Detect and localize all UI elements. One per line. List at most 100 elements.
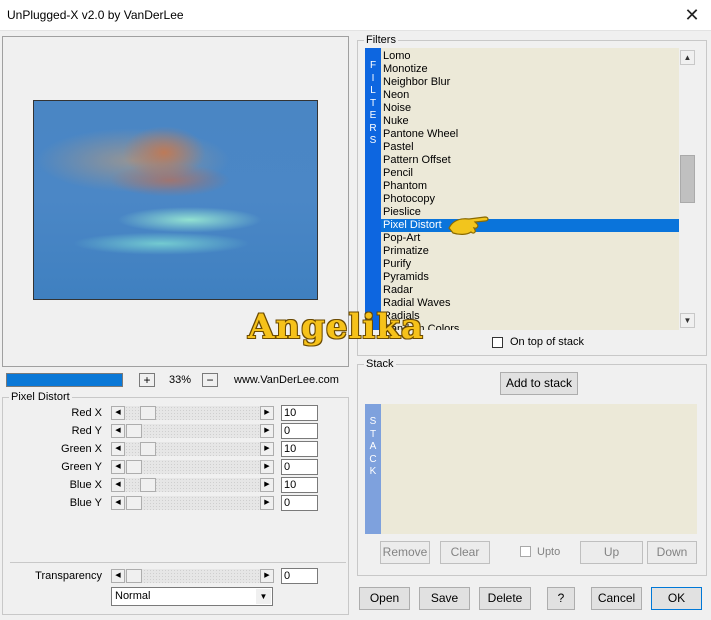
filter-item[interactable]: Pantone Wheel <box>381 128 679 141</box>
transparency-value-field[interactable]: 0 <box>281 568 318 584</box>
green-x-thumb[interactable] <box>140 442 156 456</box>
scroll-thumb[interactable] <box>680 155 695 203</box>
transparency-label: Transparency <box>35 570 102 582</box>
open-button[interactable]: Open <box>359 587 410 610</box>
preview-image[interactable] <box>33 100 318 300</box>
filter-item[interactable]: Radar <box>381 284 679 297</box>
transparency-thumb[interactable] <box>126 569 142 583</box>
upto-label: Upto <box>537 546 561 558</box>
filter-item[interactable]: Phantom <box>381 180 679 193</box>
blue-y-track[interactable] <box>125 496 260 510</box>
blue-x-thumb[interactable] <box>140 478 156 492</box>
red-x-value-field[interactable]: 10 <box>281 405 318 421</box>
blue-x-value-field[interactable]: 10 <box>281 477 318 493</box>
blue-x-decrease-button[interactable]: ◀ <box>111 478 125 492</box>
zoom-level: 33% <box>168 374 192 386</box>
ok-button[interactable]: OK <box>651 587 702 610</box>
filter-item[interactable]: Purify <box>381 258 679 271</box>
filter-item[interactable]: Primatize <box>381 245 679 258</box>
down-button[interactable]: Down <box>647 541 697 564</box>
green-y-increase-button[interactable]: ▶ <box>260 460 274 474</box>
scroll-down-icon[interactable]: ▼ <box>680 313 695 328</box>
filter-item[interactable]: Neon <box>381 89 679 102</box>
save-button[interactable]: Save <box>419 587 470 610</box>
side-letter: S <box>369 135 377 146</box>
red-x-decrease-button[interactable]: ◀ <box>111 406 125 420</box>
side-letter: R <box>369 122 377 134</box>
website-link[interactable]: www.VanDerLee.com <box>234 374 339 386</box>
transparency-track[interactable] <box>125 569 260 583</box>
zoom-out-button[interactable]: − <box>202 373 218 387</box>
green-x-decrease-button[interactable]: ◀ <box>111 442 125 456</box>
filters-list[interactable]: Lomo Monotize Neighbor Blur Neon Noise Nuke Pa… <box>381 48 679 330</box>
divider <box>10 562 346 563</box>
delete-button[interactable]: Delete <box>479 587 531 610</box>
filter-item[interactable]: Lomo <box>381 50 679 63</box>
red-y-track[interactable] <box>125 424 260 438</box>
side-letter: C <box>369 453 377 465</box>
close-icon[interactable]: ✕ <box>681 4 703 26</box>
filters-label: Filters <box>364 34 398 46</box>
blend-mode-select[interactable]: Normal ▼ <box>111 587 273 606</box>
blue-y-value-field[interactable]: 0 <box>281 495 318 511</box>
side-letter: L <box>370 85 376 96</box>
red-y-increase-button[interactable]: ▶ <box>260 424 274 438</box>
filter-item[interactable]: Pastel <box>381 141 679 154</box>
filters-side-bar: FILTERS <box>365 48 381 330</box>
green-x-value-field[interactable]: 10 <box>281 441 318 457</box>
cancel-button[interactable]: Cancel <box>591 587 642 610</box>
side-letter: T <box>369 97 377 109</box>
filter-item[interactable]: Neighbor Blur <box>381 76 679 89</box>
remove-button[interactable]: Remove <box>380 541 430 564</box>
filter-item[interactable]: Noise <box>381 102 679 115</box>
side-letter: I <box>371 72 375 84</box>
filter-item[interactable]: Nuke <box>381 115 679 128</box>
pixel-distort-label: Pixel Distort <box>9 391 72 403</box>
green-y-value-field[interactable]: 0 <box>281 459 318 475</box>
green-y-track[interactable] <box>125 460 260 474</box>
filter-item[interactable]: Radials <box>381 310 679 323</box>
stack-list[interactable] <box>381 404 697 534</box>
filter-item[interactable]: Pyramids <box>381 271 679 284</box>
green-y-thumb[interactable] <box>126 460 142 474</box>
filter-item[interactable]: Pop-Art <box>381 232 679 245</box>
red-y-decrease-button[interactable]: ◀ <box>111 424 125 438</box>
upto-checkbox[interactable] <box>520 546 531 557</box>
zoom-in-button[interactable]: + <box>139 373 155 387</box>
filter-item[interactable]: Photocopy <box>381 193 679 206</box>
filter-item[interactable]: Random Colors <box>381 323 679 330</box>
red-y-label: Red Y <box>71 425 102 437</box>
up-button[interactable]: Up <box>580 541 643 564</box>
on-top-label: On top of stack <box>510 336 584 348</box>
red-x-increase-button[interactable]: ▶ <box>260 406 274 420</box>
transparency-decrease-button[interactable]: ◀ <box>111 569 125 583</box>
filter-item[interactable]: Monotize <box>381 63 679 76</box>
filter-item[interactable]: Pieslice <box>381 206 679 219</box>
green-y-decrease-button[interactable]: ◀ <box>111 460 125 474</box>
blue-y-thumb[interactable] <box>126 496 142 510</box>
filter-item[interactable]: Pattern Offset <box>381 154 679 167</box>
clear-button[interactable]: Clear <box>440 541 490 564</box>
blend-mode-value: Normal <box>115 590 151 602</box>
filter-item[interactable]: Radial Waves <box>381 297 679 310</box>
side-letter: S <box>369 416 377 427</box>
on-top-checkbox[interactable] <box>492 337 503 348</box>
green-x-increase-button[interactable]: ▶ <box>260 442 274 456</box>
blue-y-increase-button[interactable]: ▶ <box>260 496 274 510</box>
red-y-value-field[interactable]: 0 <box>281 423 318 439</box>
blue-y-decrease-button[interactable]: ◀ <box>111 496 125 510</box>
filter-item[interactable]: Pencil <box>381 167 679 180</box>
red-y-thumb[interactable] <box>126 424 142 438</box>
red-x-thumb[interactable] <box>140 406 156 420</box>
help-button[interactable]: ? <box>547 587 575 610</box>
scroll-up-icon[interactable]: ▲ <box>680 50 695 65</box>
green-y-label: Green Y <box>61 461 102 473</box>
blue-x-increase-button[interactable]: ▶ <box>260 478 274 492</box>
filter-item[interactable]: Pixel Distort <box>381 219 679 232</box>
blue-y-label: Blue Y <box>69 497 102 509</box>
chevron-down-icon[interactable]: ▼ <box>256 589 271 604</box>
filters-scrollbar[interactable]: ▲ ▼ <box>679 48 697 330</box>
add-to-stack-button[interactable]: Add to stack <box>500 372 578 395</box>
pointing-hand-icon <box>447 210 491 241</box>
transparency-increase-button[interactable]: ▶ <box>260 569 274 583</box>
